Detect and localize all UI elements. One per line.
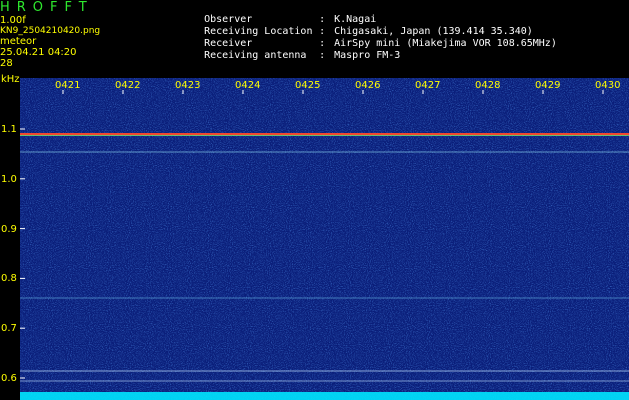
info-row-antenna: Receiving antenna: Maspro FM-3 bbox=[180, 39, 400, 72]
x-tick-label: 0430 bbox=[595, 80, 621, 91]
info-label: Receiving antenna bbox=[204, 50, 307, 61]
y-axis-unit: kHz bbox=[1, 74, 20, 85]
y-tick-label: 0.7 bbox=[1, 323, 17, 334]
x-tick-label: 0428 bbox=[475, 80, 501, 91]
hrofft-window: HROFFT 1.00f KN9_2504210420.png meteor 2… bbox=[0, 0, 629, 400]
y-tick-label: 1.1 bbox=[1, 124, 17, 135]
info-separator: : bbox=[319, 50, 326, 61]
y-tick-label: 0.9 bbox=[1, 224, 17, 235]
x-tick-label: 0425 bbox=[295, 80, 321, 91]
spectrogram-canvas bbox=[20, 78, 629, 400]
y-tick-label: 1.0 bbox=[1, 174, 17, 185]
x-tick-label: 0427 bbox=[415, 80, 441, 91]
noise-floor bbox=[20, 392, 629, 400]
x-tick-label: 0429 bbox=[535, 80, 561, 91]
x-tick-label: 0423 bbox=[175, 80, 201, 91]
y-tick-label: 0.6 bbox=[1, 373, 17, 384]
x-tick-label: 0422 bbox=[115, 80, 141, 91]
x-tick-label: 0421 bbox=[55, 80, 81, 91]
x-tick-label: 0426 bbox=[355, 80, 381, 91]
y-tick-label: 0.8 bbox=[1, 273, 17, 284]
info-value: Maspro FM-3 bbox=[334, 50, 401, 61]
x-tick-label: 0424 bbox=[235, 80, 261, 91]
spectrogram bbox=[20, 78, 629, 400]
spectrogram-noise bbox=[20, 78, 629, 400]
